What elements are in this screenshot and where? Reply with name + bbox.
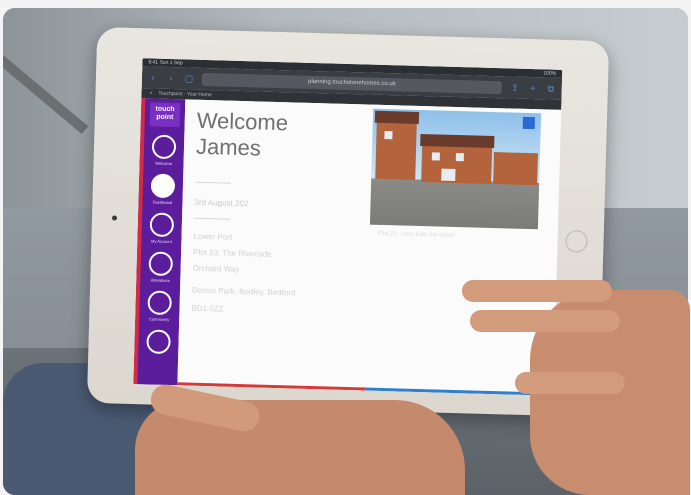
right-thumb	[515, 372, 625, 394]
close-tab-icon[interactable]: ×	[149, 90, 152, 96]
date-text: 3rd August 202	[194, 197, 249, 209]
window-shape	[431, 152, 440, 161]
welcome-line-1: Welcome	[196, 107, 289, 136]
sidebar-item-community[interactable]: Community	[147, 290, 173, 323]
address-line: BD1 0ZZ	[191, 303, 224, 314]
house-photo[interactable]	[369, 108, 542, 230]
house-shape	[493, 152, 538, 186]
main-content: Welcome James 3rd August 202 Lower Port …	[177, 99, 562, 396]
garage-door-shape	[441, 168, 456, 181]
window-shape	[384, 130, 393, 140]
welcome-name: James	[195, 133, 262, 161]
address-line: Lower Port	[193, 231, 233, 242]
sidebar-item-alterations[interactable]: Alterations	[148, 251, 174, 284]
nav-circle-icon	[147, 290, 173, 316]
window-shape	[455, 152, 464, 162]
share-icon[interactable]: ⇪	[510, 82, 520, 93]
roof-shape	[420, 133, 495, 149]
sidebar-item-label: Welcome	[155, 160, 172, 167]
app-logo: touch point	[149, 102, 181, 128]
sidebar-item-dashboard[interactable]: Dashboard	[150, 173, 176, 206]
sidebar-item-welcome[interactable]: Welcome	[151, 134, 177, 167]
sidebar-item-label: Dashboard	[152, 199, 173, 206]
sidebar-item-label: Community	[149, 316, 170, 323]
nav-circle-icon	[149, 212, 175, 238]
nav-circle-icon	[146, 329, 171, 355]
house-shape	[421, 142, 493, 184]
bookmarks-icon[interactable]: ▢	[184, 73, 194, 84]
app-area: touch point Welcome Dashboard My Account…	[133, 98, 562, 396]
nav-circle-icon	[148, 251, 174, 277]
nav-circle-icon	[151, 134, 177, 160]
address-line: Orchard Way	[192, 263, 240, 274]
sidebar-item-my-account[interactable]: My Account	[149, 212, 175, 245]
tabs-icon[interactable]: ⧉	[546, 83, 556, 94]
tablet-screen: 9:41 Sun 1 Sep 100% ‹ › ▢ planning.touch…	[133, 58, 563, 396]
home-button[interactable]	[565, 230, 588, 253]
tab-title[interactable]: Touchpoint · Your Home	[158, 91, 212, 98]
sidebar-item-label: My Account	[150, 238, 172, 245]
status-time: 9:41 Sun 1 Sep	[148, 59, 183, 67]
forward-icon[interactable]: ›	[166, 73, 176, 83]
right-middle-finger	[470, 310, 620, 332]
add-tab-icon[interactable]: +	[528, 83, 538, 93]
expand-photo-icon[interactable]	[522, 116, 535, 130]
sidebar-item-label: Alterations	[150, 277, 170, 284]
right-index-finger	[462, 280, 612, 302]
url-text: planning.touchstonehomes.co.uk	[307, 78, 396, 88]
nav-circle-icon	[150, 173, 176, 199]
address-line: Plot 23, The Riverside	[192, 247, 272, 259]
photo-caption: Plot 23 · view from the street	[377, 230, 455, 239]
back-icon[interactable]: ‹	[148, 72, 158, 82]
sidebar-item-more[interactable]	[146, 329, 171, 355]
camera-icon	[111, 215, 118, 221]
roof-shape	[374, 110, 420, 124]
house-shape	[375, 118, 417, 180]
status-battery: 100%	[543, 70, 557, 77]
divider	[194, 217, 231, 220]
address-line: Dorton Park, Bodley, Bedford	[191, 285, 296, 298]
divider	[195, 181, 232, 184]
welcome-heading: Welcome James	[196, 108, 289, 163]
